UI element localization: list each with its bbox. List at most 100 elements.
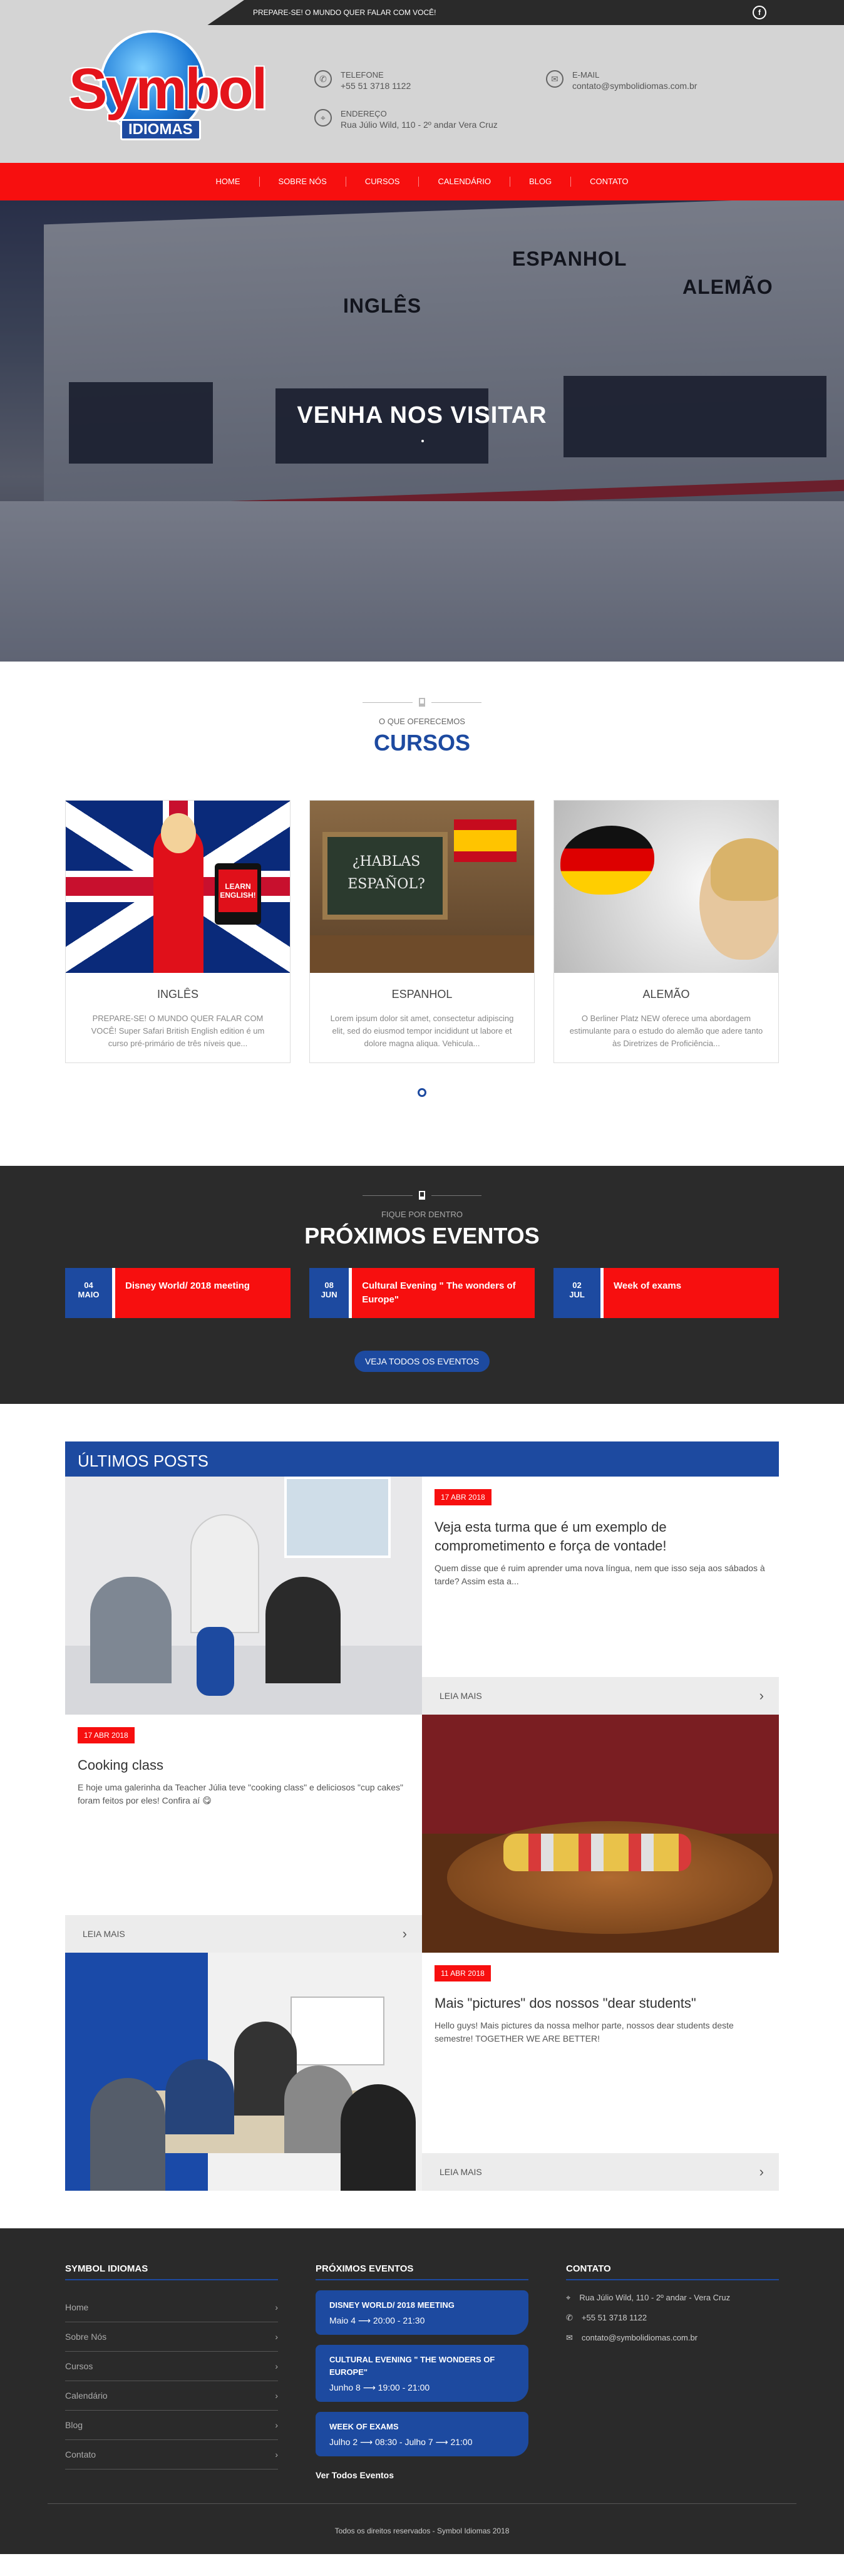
top-slogan: PREPARE-SE! O MUNDO QUER FALAR COM VOCÊ! bbox=[253, 8, 436, 17]
address-value: Rua Júlio Wild, 110 - 2º andar Vera Cruz bbox=[341, 120, 498, 130]
course-image-germany bbox=[554, 801, 778, 973]
nav-cursos[interactable]: CURSOS bbox=[346, 177, 419, 187]
nav-contato[interactable]: CONTATO bbox=[571, 177, 647, 187]
post-image[interactable] bbox=[422, 1715, 779, 1953]
event-date: 02 JUL bbox=[553, 1268, 604, 1318]
hero-overlay bbox=[0, 200, 844, 662]
location-icon: ⌖ bbox=[566, 2293, 571, 2302]
post-card: 17 ABR 2018 Veja esta turma que é um exe… bbox=[422, 1477, 779, 1715]
top-bar: PREPARE-SE! O MUNDO QUER FALAR COM VOCÊ!… bbox=[0, 0, 844, 25]
post-title[interactable]: Mais "pictures" dos nossos "dear student… bbox=[435, 1994, 766, 2013]
nav-home[interactable]: HOME bbox=[197, 177, 260, 187]
location-icon: ⌖ bbox=[314, 109, 332, 127]
course-title: INGLÊS bbox=[157, 988, 199, 1000]
footer-phone: ✆ +55 51 3718 1122 bbox=[566, 2313, 647, 2322]
post-excerpt: Hello guys! Mais pictures da nossa melho… bbox=[435, 2020, 734, 2044]
read-more-button[interactable]: LEIA MAIS › bbox=[65, 1915, 422, 1953]
course-title: ALEMÃO bbox=[642, 988, 690, 1000]
chevron-right-icon: › bbox=[275, 2420, 278, 2430]
logo-sub: IDIOMAS bbox=[120, 119, 201, 140]
event-item[interactable]: 04 MAIO Disney World/ 2018 meeting bbox=[65, 1268, 291, 1318]
phone-icon: ✆ bbox=[566, 2313, 573, 2322]
course-card-espanhol[interactable]: ¿HABLAS ESPAÑOL? ESPANHOL Lorem ipsum do… bbox=[309, 800, 535, 1063]
header-email: ✉ E-MAIL contato@symbolidiomas.com.br bbox=[546, 70, 697, 91]
site-logo[interactable]: Symbol IDIOMAS bbox=[65, 25, 267, 163]
chevron-right-icon: › bbox=[275, 2391, 278, 2401]
post-date: 17 ABR 2018 bbox=[78, 1727, 135, 1743]
footer-link[interactable]: Home › bbox=[65, 2293, 278, 2322]
nav-sobre[interactable]: SOBRE NÓS bbox=[260, 177, 346, 187]
footer-link[interactable]: Calendário › bbox=[65, 2381, 278, 2411]
footer-email[interactable]: ✉ contato@symbolidiomas.com.br bbox=[566, 2333, 779, 2343]
events-section: FIQUE POR DENTRO PRÓXIMOS EVENTOS 04 MAIO… bbox=[0, 1166, 844, 1404]
post-title[interactable]: Veja esta turma que é um exemplo de comp… bbox=[435, 1518, 766, 1555]
event-name: Week of exams bbox=[614, 1280, 682, 1291]
hero-slider: ESPANHOL INGLÊS ALEMÃO VENHA NOS VISITAR bbox=[0, 200, 844, 662]
event-item[interactable]: 02 JUL Week of exams bbox=[553, 1268, 779, 1318]
carousel-pager-dot[interactable] bbox=[418, 1088, 426, 1097]
phone-value: +55 51 3718 1122 bbox=[341, 81, 411, 91]
course-card-alemao[interactable]: ALEMÃO O Berliner Platz NEW oferece uma … bbox=[553, 800, 779, 1063]
chevron-right-icon: › bbox=[275, 2361, 278, 2371]
post-image[interactable] bbox=[65, 1953, 422, 2191]
chevron-right-icon: › bbox=[759, 1688, 764, 1703]
footer-link[interactable]: Sobre Nós › bbox=[65, 2322, 278, 2352]
event-item[interactable]: 08 JUN Cultural Evening " The wonders of … bbox=[309, 1268, 535, 1318]
footer-col-title: SYMBOL IDIOMAS bbox=[65, 2263, 278, 2280]
event-name: Cultural Evening " The wonders of Europe… bbox=[362, 1280, 516, 1305]
mail-icon: ✉ bbox=[566, 2333, 573, 2342]
chevron-right-icon: › bbox=[275, 2302, 278, 2312]
phone-icon: ✆ bbox=[314, 70, 332, 88]
post-card: 17 ABR 2018 Cooking class E hoje uma gal… bbox=[65, 1715, 422, 1953]
nav-calendario[interactable]: CALENDÁRIO bbox=[419, 177, 510, 187]
footer-col-title: CONTATO bbox=[566, 2263, 779, 2280]
post-card: 11 ABR 2018 Mais "pictures" dos nossos "… bbox=[422, 1953, 779, 2191]
footer-all-events-link[interactable]: Ver Todos Eventos bbox=[316, 2470, 528, 2480]
read-more-button[interactable]: LEIA MAIS › bbox=[422, 1677, 779, 1715]
all-events-button[interactable]: VEJA TODOS OS EVENTOS bbox=[354, 1351, 490, 1372]
footer-event[interactable]: CULTURAL EVENING " THE WONDERS OF EUROPE… bbox=[316, 2345, 528, 2402]
main-nav: HOME SOBRE NÓS CURSOS CALENDÁRIO BLOG CO… bbox=[0, 163, 844, 200]
facebook-icon[interactable]: f bbox=[753, 6, 766, 19]
chevron-right-icon: › bbox=[275, 2449, 278, 2459]
address-label: ENDEREÇO bbox=[341, 109, 387, 118]
post-title[interactable]: Cooking class bbox=[78, 1756, 409, 1775]
footer-link[interactable]: Contato › bbox=[65, 2440, 278, 2470]
email-value[interactable]: contato@symbolidiomas.com.br bbox=[572, 81, 697, 91]
chevron-right-icon: › bbox=[275, 2332, 278, 2342]
footer-links: SYMBOL IDIOMAS Home › Sobre Nós › Cursos › … bbox=[65, 2263, 278, 2480]
header-phone: ✆ TELEFONE +55 51 3718 1122 bbox=[314, 70, 411, 91]
hero-title: VENHA NOS VISITAR bbox=[297, 402, 547, 428]
footer-col-title: PRÓXIMOS EVENTOS bbox=[316, 2263, 528, 2280]
footer-divider bbox=[48, 2503, 796, 2504]
footer-link[interactable]: Blog › bbox=[65, 2411, 278, 2440]
post-excerpt: Quem disse que é ruim aprender uma nova … bbox=[435, 1563, 765, 1586]
post-image[interactable] bbox=[65, 1477, 422, 1715]
course-title: ESPANHOL bbox=[391, 988, 453, 1000]
events-title: PRÓXIMOS EVENTOS bbox=[304, 1223, 540, 1249]
read-more-button[interactable]: LEIA MAIS › bbox=[422, 2153, 779, 2191]
phone-label: TELEFONE bbox=[341, 70, 384, 80]
courses-title: CURSOS bbox=[373, 730, 471, 756]
learn-english-badge: LEARN ENGLISH! bbox=[219, 870, 257, 912]
event-date: 08 JUN bbox=[309, 1268, 353, 1318]
footer-contact: CONTATO ⌖ Rua Júlio Wild, 110 - 2º andar … bbox=[566, 2263, 779, 2480]
spanish-chalk-text: ¿HABLAS ESPAÑOL? bbox=[347, 854, 425, 892]
section-ornament bbox=[65, 698, 779, 707]
post-date: 17 ABR 2018 bbox=[435, 1489, 491, 1505]
footer-event[interactable]: DISNEY WORLD/ 2018 MEETING Maio 4 ⟶ 20:00… bbox=[316, 2290, 528, 2335]
post-date: 11 ABR 2018 bbox=[435, 1965, 491, 1981]
courses-section: O QUE OFERECEMOS CURSOS LEARN ENGLISH! I… bbox=[65, 698, 779, 1097]
footer-link[interactable]: Cursos › bbox=[65, 2352, 278, 2381]
footer-events: PRÓXIMOS EVENTOS DISNEY WORLD/ 2018 MEET… bbox=[316, 2263, 528, 2480]
course-card-ingles[interactable]: LEARN ENGLISH! INGLÊS PREPARE-SE! O MUND… bbox=[65, 800, 291, 1063]
nav-blog[interactable]: BLOG bbox=[510, 177, 572, 187]
hero-dot[interactable] bbox=[421, 440, 424, 442]
courses-mini: O QUE OFERECEMOS bbox=[379, 717, 465, 726]
chevron-right-icon: › bbox=[402, 1926, 407, 1941]
footer-address: ⌖ Rua Júlio Wild, 110 - 2º andar - Vera C… bbox=[566, 2293, 731, 2302]
top-bar-accent bbox=[0, 0, 244, 25]
header-address: ⌖ ENDEREÇO Rua Júlio Wild, 110 - 2º anda… bbox=[314, 109, 498, 130]
mail-icon: ✉ bbox=[546, 70, 564, 88]
footer-event[interactable]: WEEK OF EXAMS Julho 2 ⟶ 08:30 - Julho 7 ⟶… bbox=[316, 2412, 528, 2456]
